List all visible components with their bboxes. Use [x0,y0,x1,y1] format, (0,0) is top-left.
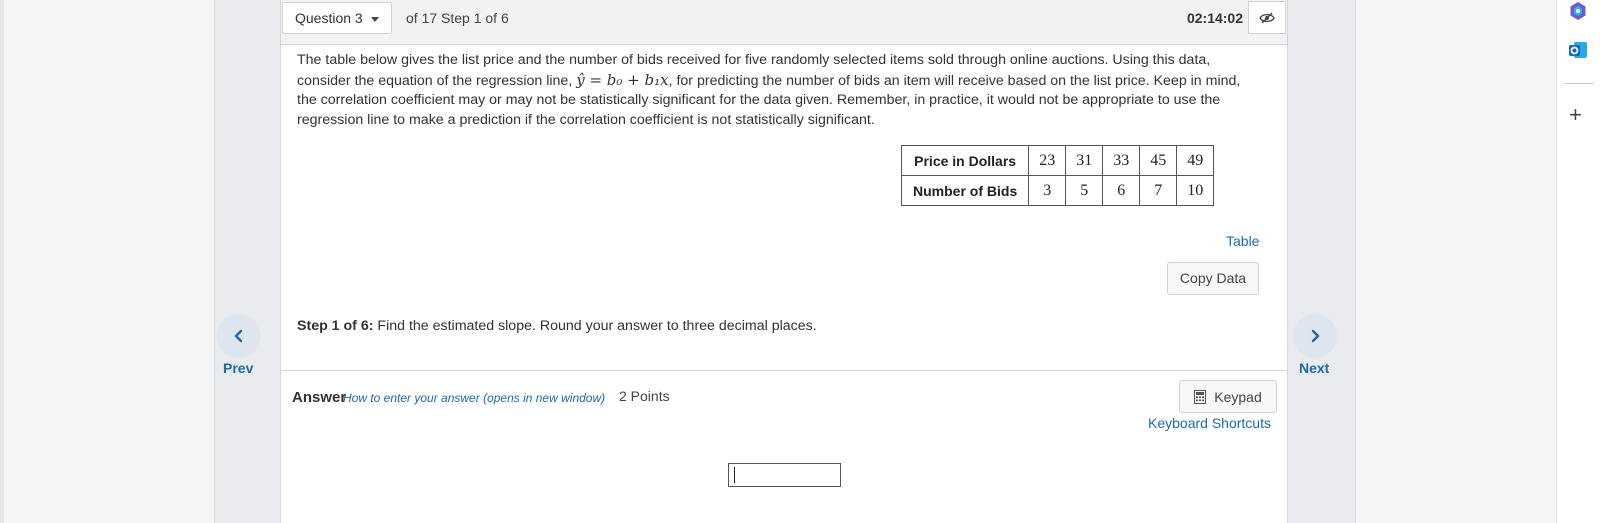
price-cell: 49 [1176,145,1215,176]
next-button[interactable] [1293,314,1337,358]
next-label[interactable]: Next [1299,360,1329,376]
copy-data-button[interactable]: Copy Data [1167,262,1259,295]
price-cell: 23 [1028,145,1067,176]
question-bar: Question 3 of 17 Step 1 of 6 02:14:02 [281,0,1287,45]
keypad-button[interactable]: Keypad [1179,380,1277,413]
keyboard-shortcuts-link[interactable]: Keyboard Shortcuts [1148,415,1271,431]
price-cell: 33 [1102,145,1141,176]
step-label: Step 1 of 6: [297,318,374,334]
bids-cell: 7 [1139,175,1178,206]
hide-timer-button[interactable] [1248,1,1286,34]
sidebar-separator [1564,83,1594,84]
price-row-header: Price in Dollars [900,145,1030,176]
how-to-enter-link[interactable]: How to enter your answer (opens in new w… [343,391,605,405]
answer-label: Answer [292,389,347,406]
price-cell: 31 [1065,145,1104,176]
eye-slash-icon [1259,12,1275,23]
answer-divider [281,370,1287,371]
question-progress: of 17 Step 1 of 6 [406,10,509,26]
data-table: Price in Dollars 23 31 33 45 49 Number o… [900,145,1215,206]
table-row: Price in Dollars 23 31 33 45 49 [900,145,1215,176]
bids-row-header: Number of Bids [900,175,1030,206]
table-row: Number of Bids 3 5 6 7 10 [900,175,1215,206]
step-text: Find the estimated slope. Round your ans… [373,318,817,334]
prev-label[interactable]: Prev [223,360,253,376]
plus-icon[interactable]: + [1569,104,1582,126]
question-selector[interactable]: Question 3 [282,2,392,34]
bids-cell: 6 [1102,175,1141,206]
question-panel: Question 3 of 17 Step 1 of 6 02:14:02 Th… [280,0,1288,523]
step-instruction: Step 1 of 6: Find the estimated slope. R… [297,318,817,334]
prev-button[interactable] [217,314,261,358]
price-cell: 45 [1139,145,1178,176]
chevron-down-icon [371,17,379,22]
points-value: 2 Points [619,388,670,404]
keypad-label: Keypad [1214,388,1262,405]
problem-statement: The table below gives the list price and… [297,51,1257,131]
text-cursor [734,467,735,483]
timer: 02:14:02 [1186,10,1243,26]
answer-input[interactable] [728,463,841,487]
page-background: Prev Next Question 3 of 17 Step 1 of 6 0… [4,0,1556,523]
bids-cell: 10 [1176,175,1215,206]
question-selector-label: Question 3 [295,10,363,26]
chevron-right-icon [1311,329,1320,343]
regression-equation: ŷ = b₀ + b₁x [576,70,669,89]
bids-cell: 3 [1028,175,1067,206]
calculator-icon [1194,389,1207,404]
table-link[interactable]: Table [1226,233,1266,249]
outlook-icon[interactable] [1568,40,1588,60]
chevron-left-icon [234,329,243,343]
copilot-icon[interactable] [1568,1,1588,21]
bids-cell: 5 [1065,175,1104,206]
browser-sidebar: + [1556,0,1600,523]
